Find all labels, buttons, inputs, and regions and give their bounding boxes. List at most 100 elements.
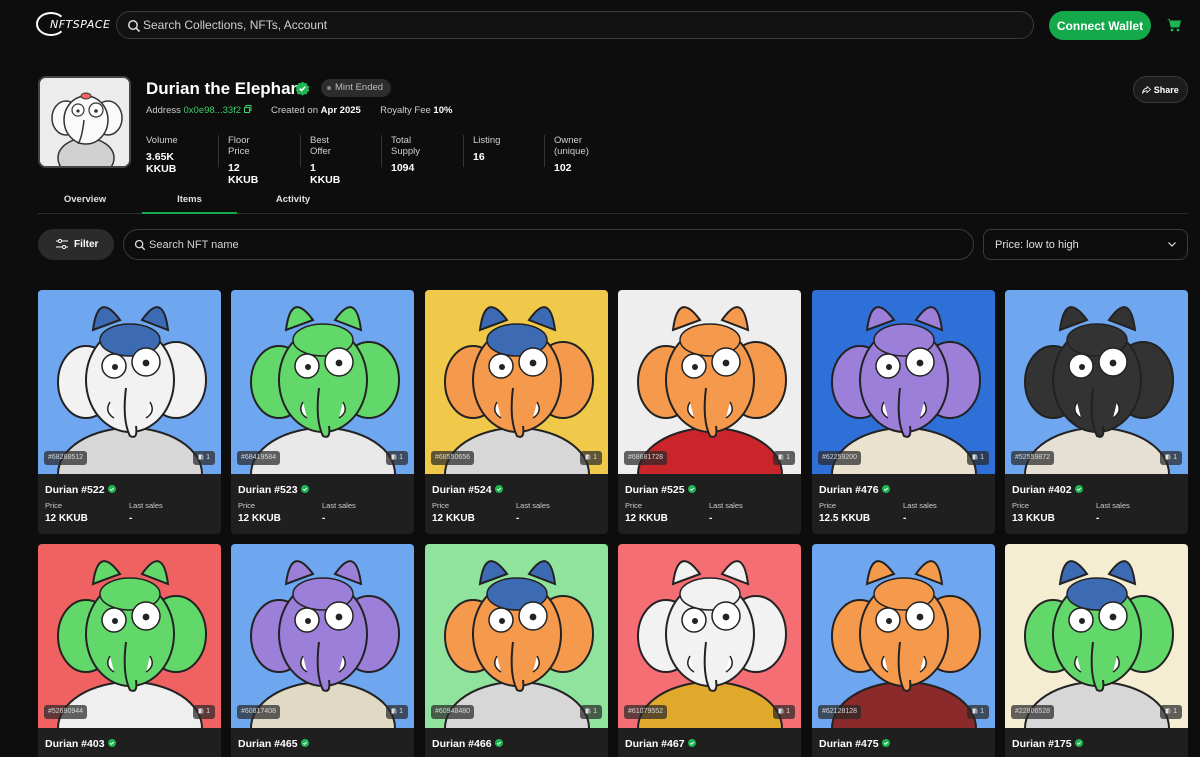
tab-activity[interactable]: Activity xyxy=(246,188,340,214)
copies-icon xyxy=(198,708,204,713)
last-sales-value: - xyxy=(903,513,907,524)
token-id-badge: #22806528 xyxy=(1011,705,1055,719)
nft-card[interactable]: #61079552 1 Durian #467 xyxy=(618,544,801,757)
stat-floor-price: Floor Price 12 KKUB xyxy=(218,135,258,186)
collection-tabs: Overview Items Activity xyxy=(38,188,1188,214)
nft-card[interactable]: #60817408 1 Durian #465 xyxy=(231,544,414,757)
nft-card[interactable]: #60948480 1 Durian #466 xyxy=(425,544,608,757)
nft-name[interactable]: Durian #522 xyxy=(45,484,116,496)
nft-name-text: Durian #403 xyxy=(45,738,105,750)
filter-button[interactable]: Filter xyxy=(38,229,114,260)
nft-card[interactable]: #52559872 1 Durian #402 Price 13 KKUB Last sa… xyxy=(1005,290,1188,534)
site-logo[interactable]: NFTSPACE xyxy=(36,12,110,38)
nft-card[interactable]: #68419584 1 Durian #523 Price 12 KKUB Last sa… xyxy=(231,290,414,534)
last-sales-label: Last sales xyxy=(129,501,163,510)
copies-icon xyxy=(198,454,204,459)
last-sales-value: - xyxy=(322,513,326,524)
copies-icon xyxy=(778,454,784,459)
nft-name[interactable]: Durian #525 xyxy=(625,484,696,496)
nft-search-input[interactable] xyxy=(149,230,959,259)
nft-image[interactable] xyxy=(812,290,995,474)
verified-badge-icon xyxy=(295,81,310,96)
tab-overview[interactable]: Overview xyxy=(38,188,132,214)
last-sales-label: Last sales xyxy=(516,501,550,510)
nft-image[interactable] xyxy=(231,290,414,474)
nft-card[interactable]: #62259200 1 Durian #476 Price 12.5 KKUB Last … xyxy=(812,290,995,534)
nft-image[interactable] xyxy=(38,544,221,728)
nft-name[interactable]: Durian #402 xyxy=(1012,484,1083,496)
global-search-input[interactable] xyxy=(143,12,1023,38)
copies-count-badge: 1 xyxy=(580,705,602,719)
copies-count-badge: 1 xyxy=(193,705,215,719)
nft-name[interactable]: Durian #467 xyxy=(625,738,696,750)
copies-count: 1 xyxy=(786,454,790,461)
connect-wallet-button[interactable]: Connect Wallet xyxy=(1049,11,1151,40)
nft-name[interactable]: Durian #475 xyxy=(819,738,890,750)
nft-name[interactable]: Durian #465 xyxy=(238,738,309,750)
copies-count: 1 xyxy=(593,454,597,461)
share-button[interactable]: Share xyxy=(1133,76,1188,103)
nft-card[interactable]: #22806528 1 Durian #175 xyxy=(1005,544,1188,757)
verified-icon xyxy=(300,485,309,493)
nft-name[interactable]: Durian #476 xyxy=(819,484,890,496)
nft-image[interactable] xyxy=(425,544,608,728)
verified-icon xyxy=(881,739,890,747)
nft-card[interactable]: #62128128 1 Durian #475 xyxy=(812,544,995,757)
nft-card[interactable]: #68288512 1 Durian #522 Price 12 KKUB Last sa… xyxy=(38,290,221,534)
copy-icon[interactable] xyxy=(243,105,252,113)
global-search[interactable] xyxy=(116,11,1034,39)
filter-label: Filter xyxy=(74,239,99,250)
nft-image[interactable] xyxy=(618,290,801,474)
tab-items[interactable]: Items xyxy=(142,188,237,214)
copies-count-badge: 1 xyxy=(967,451,989,465)
nft-name[interactable]: Durian #524 xyxy=(432,484,503,496)
nft-image[interactable] xyxy=(1005,290,1188,474)
nft-image[interactable] xyxy=(812,544,995,728)
nft-name[interactable]: Durian #175 xyxy=(1012,738,1083,750)
price-value: 12 KKUB xyxy=(625,513,668,524)
royalty-value: 10% xyxy=(433,105,453,116)
stat-listing: Listing 16 xyxy=(463,135,500,167)
copies-count: 1 xyxy=(206,454,210,461)
copies-count: 1 xyxy=(1173,708,1177,715)
verified-icon xyxy=(881,485,890,493)
nft-card[interactable]: #68681728 1 Durian #525 Price 12 KKUB Last sa… xyxy=(618,290,801,534)
nft-image[interactable] xyxy=(1005,544,1188,728)
last-sales-label: Last sales xyxy=(903,501,937,510)
price-value: 12 KKUB xyxy=(238,513,281,524)
copies-count-badge: 1 xyxy=(773,451,795,465)
sort-select[interactable]: Price: low to high xyxy=(983,229,1188,260)
mint-status-badge: Mint Ended xyxy=(321,79,392,97)
token-id-badge: #60817408 xyxy=(237,705,281,719)
nft-name[interactable]: Durian #403 xyxy=(45,738,116,750)
nft-card[interactable]: #68550656 1 Durian #524 Price 12 KKUB Last sa… xyxy=(425,290,608,534)
nft-image[interactable] xyxy=(618,544,801,728)
nft-image[interactable] xyxy=(231,544,414,728)
search-icon xyxy=(128,20,141,33)
copies-count-badge: 1 xyxy=(773,705,795,719)
verified-icon xyxy=(107,739,116,747)
copies-icon xyxy=(585,708,591,713)
price-label: Price xyxy=(1012,501,1030,510)
nft-image[interactable] xyxy=(38,290,221,474)
contract-address-link[interactable]: 0x0e98...33f2 xyxy=(184,105,242,116)
stat-volume: Volume 3.65K KKUB xyxy=(146,135,178,175)
price-value: 12 KKUB xyxy=(45,513,88,524)
nft-name[interactable]: Durian #466 xyxy=(432,738,503,750)
nft-name-text: Durian #522 xyxy=(45,484,105,496)
last-sales-label: Last sales xyxy=(322,501,356,510)
token-id-badge: #62259200 xyxy=(818,451,862,465)
copies-count: 1 xyxy=(786,708,790,715)
search-icon xyxy=(134,239,146,251)
verified-icon xyxy=(300,739,309,747)
nft-name-text: Durian #466 xyxy=(432,738,492,750)
nft-card[interactable]: #52690944 1 Durian #403 xyxy=(38,544,221,757)
nft-search[interactable] xyxy=(123,229,974,260)
verified-icon xyxy=(1074,485,1083,493)
stat-owners: Owner (unique) 102 xyxy=(544,135,589,174)
nft-name-text: Durian #525 xyxy=(625,484,685,496)
cart-icon[interactable] xyxy=(1166,17,1182,33)
verified-icon xyxy=(687,485,696,493)
nft-image[interactable] xyxy=(425,290,608,474)
nft-name[interactable]: Durian #523 xyxy=(238,484,309,496)
